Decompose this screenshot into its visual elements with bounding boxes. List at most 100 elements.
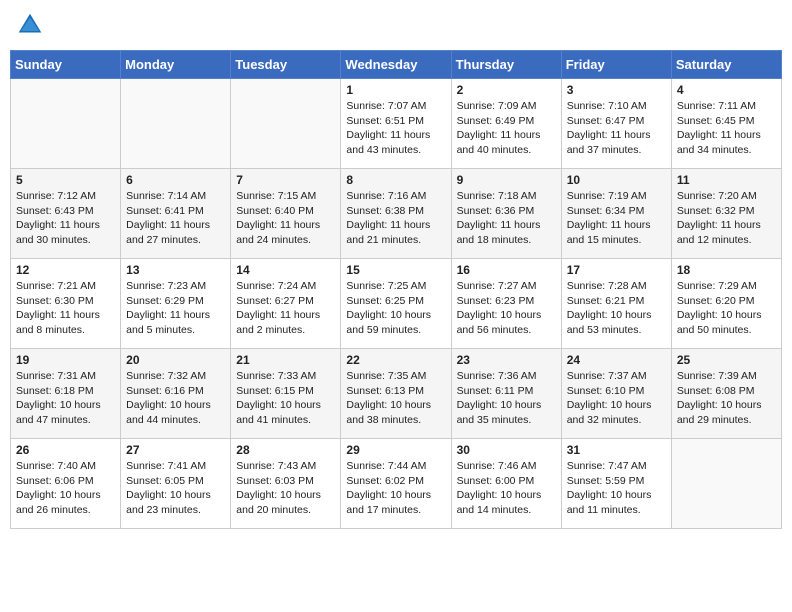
calendar-cell [11,79,121,169]
day-number: 28 [236,443,335,457]
day-number: 18 [677,263,776,277]
calendar-cell: 10Sunrise: 7:19 AM Sunset: 6:34 PM Dayli… [561,169,671,259]
calendar-week-3: 12Sunrise: 7:21 AM Sunset: 6:30 PM Dayli… [11,259,782,349]
calendar-cell: 4 Sunrise: 7:11 AM Sunset: 6:45 PM Daylig… [671,79,781,169]
calendar-cell: 5 Sunrise: 7:12 AM Sunset: 6:43 PM Daylig… [11,169,121,259]
day-info: Sunrise: 7:25 AM Sunset: 6:25 PM Dayligh… [346,279,445,338]
day-info: Sunrise: 7:44 AM Sunset: 6:02 PM Dayligh… [346,459,445,518]
calendar-week-5: 26 Sunrise: 7:40 AM Sunset: 6:06 PM Dayli… [11,439,782,529]
calendar-cell: 24 Sunrise: 7:37 AM Sunset: 6:10 PM Dayli… [561,349,671,439]
day-info: Sunrise: 7:39 AM Sunset: 6:08 PM Dayligh… [677,369,776,428]
calendar-cell: 12Sunrise: 7:21 AM Sunset: 6:30 PM Dayli… [11,259,121,349]
calendar-cell: 11 Sunrise: 7:20 AM Sunset: 6:32 PM Dayli… [671,169,781,259]
day-info: Sunrise: 7:27 AM Sunset: 6:23 PM Dayligh… [457,279,556,338]
calendar-cell: 6 Sunrise: 7:14 AM Sunset: 6:41 PM Daylig… [121,169,231,259]
calendar-cell: 15 Sunrise: 7:25 AM Sunset: 6:25 PM Dayli… [341,259,451,349]
day-info: Sunrise: 7:23 AM Sunset: 6:29 PM Dayligh… [126,279,225,338]
calendar-cell: 17 Sunrise: 7:28 AM Sunset: 6:21 PM Dayli… [561,259,671,349]
calendar-cell: 2 Sunrise: 7:09 AM Sunset: 6:49 PM Daylig… [451,79,561,169]
calendar-cell: 7 Sunrise: 7:15 AM Sunset: 6:40 PM Daylig… [231,169,341,259]
calendar-cell: 14 Sunrise: 7:24 AM Sunset: 6:27 PM Dayli… [231,259,341,349]
day-info: Sunrise: 7:40 AM Sunset: 6:06 PM Dayligh… [16,459,115,518]
day-number: 23 [457,353,556,367]
day-info: Sunrise: 7:16 AM Sunset: 6:38 PM Dayligh… [346,189,445,248]
day-number: 5 [16,173,115,187]
day-info: Sunrise: 7:18 AM Sunset: 6:36 PM Dayligh… [457,189,556,248]
day-info: Sunrise: 7:12 AM Sunset: 6:43 PM Dayligh… [16,189,115,248]
day-info: Sunrise: 7:14 AM Sunset: 6:41 PM Dayligh… [126,189,225,248]
day-info: Sunrise: 7:35 AM Sunset: 6:13 PM Dayligh… [346,369,445,428]
day-info: Sunrise: 7:24 AM Sunset: 6:27 PM Dayligh… [236,279,335,338]
day-number: 12 [16,263,115,277]
day-number: 19 [16,353,115,367]
day-number: 30 [457,443,556,457]
day-info: Sunrise: 7:09 AM Sunset: 6:49 PM Dayligh… [457,99,556,158]
calendar-cell: 13 Sunrise: 7:23 AM Sunset: 6:29 PM Dayli… [121,259,231,349]
day-number: 6 [126,173,225,187]
day-number: 20 [126,353,225,367]
calendar-cell: 3Sunrise: 7:10 AM Sunset: 6:47 PM Daylig… [561,79,671,169]
calendar-cell: 1 Sunrise: 7:07 AM Sunset: 6:51 PM Daylig… [341,79,451,169]
day-number: 4 [677,83,776,97]
day-number: 16 [457,263,556,277]
calendar-cell: 23Sunrise: 7:36 AM Sunset: 6:11 PM Dayli… [451,349,561,439]
calendar-cell: 30 Sunrise: 7:46 AM Sunset: 6:00 PM Dayli… [451,439,561,529]
calendar-table: SundayMondayTuesdayWednesdayThursdayFrid… [10,50,782,529]
day-info: Sunrise: 7:20 AM Sunset: 6:32 PM Dayligh… [677,189,776,248]
header-cell-friday: Friday [561,51,671,79]
day-info: Sunrise: 7:37 AM Sunset: 6:10 PM Dayligh… [567,369,666,428]
day-number: 10 [567,173,666,187]
day-number: 7 [236,173,335,187]
calendar-cell [121,79,231,169]
calendar-cell: 27Sunrise: 7:41 AM Sunset: 6:05 PM Dayli… [121,439,231,529]
day-info: Sunrise: 7:33 AM Sunset: 6:15 PM Dayligh… [236,369,335,428]
day-info: Sunrise: 7:28 AM Sunset: 6:21 PM Dayligh… [567,279,666,338]
day-info: Sunrise: 7:46 AM Sunset: 6:00 PM Dayligh… [457,459,556,518]
page-header [10,10,782,40]
day-number: 11 [677,173,776,187]
header-cell-wednesday: Wednesday [341,51,451,79]
day-number: 9 [457,173,556,187]
day-number: 21 [236,353,335,367]
day-info: Sunrise: 7:41 AM Sunset: 6:05 PM Dayligh… [126,459,225,518]
day-number: 13 [126,263,225,277]
day-info: Sunrise: 7:11 AM Sunset: 6:45 PM Dayligh… [677,99,776,158]
calendar-cell [671,439,781,529]
calendar-cell: 18 Sunrise: 7:29 AM Sunset: 6:20 PM Dayli… [671,259,781,349]
header-cell-tuesday: Tuesday [231,51,341,79]
day-info: Sunrise: 7:43 AM Sunset: 6:03 PM Dayligh… [236,459,335,518]
calendar-week-2: 5 Sunrise: 7:12 AM Sunset: 6:43 PM Daylig… [11,169,782,259]
header-cell-sunday: Sunday [11,51,121,79]
header-row: SundayMondayTuesdayWednesdayThursdayFrid… [11,51,782,79]
calendar-week-4: 19 Sunrise: 7:31 AM Sunset: 6:18 PM Dayli… [11,349,782,439]
logo-icon [15,10,45,40]
day-info: Sunrise: 7:29 AM Sunset: 6:20 PM Dayligh… [677,279,776,338]
header-cell-saturday: Saturday [671,51,781,79]
calendar-cell: 16 Sunrise: 7:27 AM Sunset: 6:23 PM Dayli… [451,259,561,349]
calendar-cell: 8 Sunrise: 7:16 AM Sunset: 6:38 PM Daylig… [341,169,451,259]
calendar-cell: 31Sunrise: 7:47 AM Sunset: 5:59 PM Dayli… [561,439,671,529]
day-info: Sunrise: 7:32 AM Sunset: 6:16 PM Dayligh… [126,369,225,428]
day-number: 15 [346,263,445,277]
day-number: 3 [567,83,666,97]
day-number: 8 [346,173,445,187]
day-number: 31 [567,443,666,457]
day-number: 24 [567,353,666,367]
day-info: Sunrise: 7:31 AM Sunset: 6:18 PM Dayligh… [16,369,115,428]
day-number: 25 [677,353,776,367]
day-number: 14 [236,263,335,277]
calendar-week-1: 1 Sunrise: 7:07 AM Sunset: 6:51 PM Daylig… [11,79,782,169]
day-number: 22 [346,353,445,367]
header-cell-monday: Monday [121,51,231,79]
day-number: 1 [346,83,445,97]
day-number: 17 [567,263,666,277]
calendar-cell: 20 Sunrise: 7:32 AM Sunset: 6:16 PM Dayli… [121,349,231,439]
calendar-cell: 9 Sunrise: 7:18 AM Sunset: 6:36 PM Daylig… [451,169,561,259]
calendar-cell [231,79,341,169]
day-info: Sunrise: 7:07 AM Sunset: 6:51 PM Dayligh… [346,99,445,158]
day-number: 2 [457,83,556,97]
day-number: 26 [16,443,115,457]
calendar-cell: 21 Sunrise: 7:33 AM Sunset: 6:15 PM Dayli… [231,349,341,439]
day-number: 29 [346,443,445,457]
day-info: Sunrise: 7:15 AM Sunset: 6:40 PM Dayligh… [236,189,335,248]
